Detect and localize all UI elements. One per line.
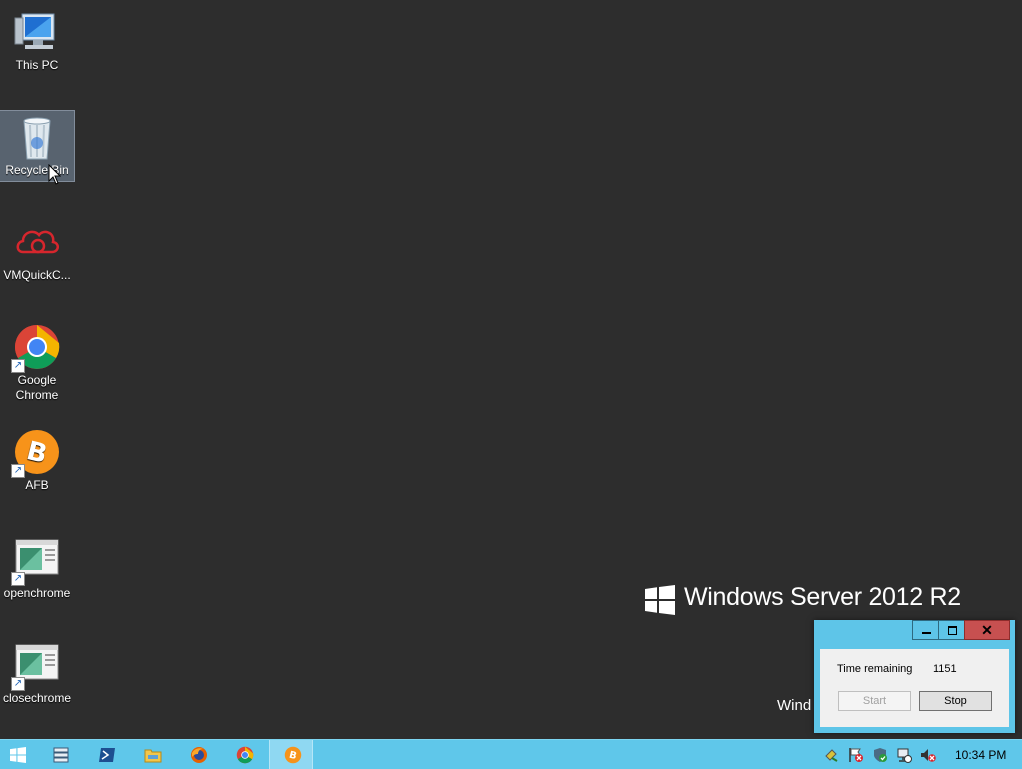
desktop-icon-label: AFB bbox=[25, 478, 49, 492]
taskbar-file-explorer[interactable] bbox=[130, 740, 174, 769]
build-text: Wind bbox=[777, 697, 812, 714]
firefox-icon bbox=[191, 747, 207, 763]
shortcut-arrow-icon: ↗ bbox=[11, 572, 25, 586]
vmquickconfig-icon bbox=[13, 218, 61, 266]
minimize-icon bbox=[922, 632, 931, 634]
desktop-icon-vmquickconfig[interactable]: VMQuickC... bbox=[0, 218, 74, 284]
shortcut-arrow-icon: ↗ bbox=[11, 359, 25, 373]
desktop-icon-afb[interactable]: B ↗ AFB bbox=[0, 428, 74, 494]
taskbar-firefox[interactable] bbox=[176, 740, 220, 769]
file-explorer-icon bbox=[144, 749, 162, 763]
desktop-icon-closechrome[interactable]: ↗ closechrome bbox=[0, 641, 74, 707]
windows-logo-icon bbox=[645, 585, 675, 615]
taskbar-afb[interactable]: B bbox=[269, 740, 313, 769]
network-icon[interactable] bbox=[896, 747, 912, 763]
desktop-icon-label: closechrome bbox=[2, 691, 72, 705]
window-controls: ✕ bbox=[912, 620, 1010, 640]
desktop-icon-openchrome[interactable]: ↗ openchrome bbox=[0, 536, 74, 602]
close-icon: ✕ bbox=[981, 622, 993, 638]
closechrome-icon: ↗ bbox=[11, 641, 61, 691]
shortcut-arrow-icon: ↗ bbox=[11, 677, 25, 691]
powershell-icon bbox=[99, 748, 115, 762]
time-remaining-label: Time remaining bbox=[837, 663, 913, 675]
recycle-bin-icon bbox=[13, 113, 61, 161]
desktop-icon-this-pc[interactable]: This PC bbox=[0, 8, 74, 74]
volume-muted-icon[interactable] bbox=[920, 747, 936, 763]
stop-button[interactable]: Stop bbox=[919, 691, 992, 711]
bitcoin-icon: B bbox=[284, 746, 302, 764]
windows-start-icon bbox=[10, 747, 26, 763]
close-button[interactable]: ✕ bbox=[964, 620, 1010, 640]
timer-window: ✕ Time remaining 1151 Start Stop bbox=[814, 620, 1015, 733]
desktop-icon-google-chrome[interactable]: ↗ Google Chrome bbox=[0, 323, 74, 405]
taskbar-powershell[interactable] bbox=[84, 740, 128, 769]
server-manager-icon bbox=[53, 747, 69, 763]
chrome-icon bbox=[236, 746, 254, 764]
minimize-button[interactable] bbox=[912, 620, 939, 640]
desktop-icon-label: openchrome bbox=[3, 586, 71, 600]
maximize-button[interactable] bbox=[938, 620, 965, 640]
time-remaining-value: 1151 bbox=[933, 663, 957, 675]
desktop-icon-recycle-bin[interactable]: Recycle Bin bbox=[0, 110, 75, 182]
desktop-icon-label: Recycle Bin bbox=[5, 163, 69, 177]
this-pc-icon bbox=[13, 8, 61, 56]
openchrome-icon: ↗ bbox=[11, 536, 61, 586]
google-chrome-icon: ↗ bbox=[11, 323, 61, 373]
taskbar-chrome[interactable] bbox=[222, 740, 266, 769]
timer-client-area: Time remaining 1151 Start Stop bbox=[820, 649, 1009, 727]
shortcut-arrow-icon: ↗ bbox=[11, 464, 25, 478]
taskbar-server-manager[interactable] bbox=[38, 740, 82, 769]
start-button[interactable]: Start bbox=[838, 691, 911, 711]
desktop-icon-label: VMQuickC... bbox=[3, 268, 71, 282]
watermark-text: Windows Server 2012 R2 bbox=[684, 583, 961, 611]
maximize-icon bbox=[948, 626, 957, 635]
usb-icon[interactable] bbox=[823, 747, 839, 763]
taskbar: B 10:34 PM bbox=[0, 739, 1022, 769]
shield-icon[interactable] bbox=[872, 747, 888, 763]
flag-icon[interactable] bbox=[848, 747, 864, 763]
desktop-icon-label: Google Chrome bbox=[15, 373, 59, 402]
desktop-icon-label: This PC bbox=[15, 58, 59, 72]
mouse-cursor-icon bbox=[48, 164, 61, 185]
taskbar-clock[interactable]: 10:34 PM bbox=[955, 748, 1006, 762]
bitcoin-icon: B ↗ bbox=[11, 428, 61, 478]
